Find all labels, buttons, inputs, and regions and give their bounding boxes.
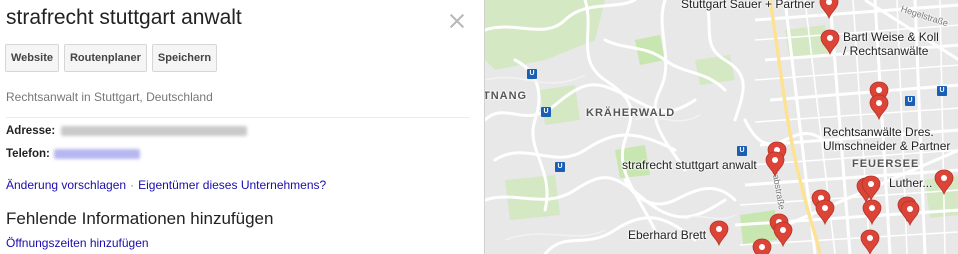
add-hours-link[interactable]: Öffnungszeiten hinzufügen bbox=[6, 236, 149, 250]
address-label: Adresse: bbox=[6, 125, 56, 137]
road bbox=[653, 0, 687, 172]
park-area bbox=[740, 210, 777, 244]
save-button[interactable]: Speichern bbox=[151, 44, 218, 72]
map-label-district-nang: TNANG bbox=[484, 90, 528, 102]
edit-links: Änderung vorschlagen · Eigentümer dieses U… bbox=[6, 178, 326, 192]
map-label-main-place[interactable]: strafrecht stuttgart anwalt bbox=[622, 158, 757, 172]
phone-value-redacted[interactable] bbox=[53, 149, 140, 159]
phone-label: Telefon: bbox=[6, 148, 50, 160]
website-button[interactable]: Website bbox=[5, 44, 59, 72]
ubahn-icon: U bbox=[937, 86, 947, 96]
map-label-district-kraeherwald: KRÄHERWALD bbox=[586, 107, 676, 119]
map-label-dres-1[interactable]: Rechtsanwälte Dres. bbox=[823, 125, 934, 139]
road bbox=[623, 178, 737, 206]
ubahn-icon: U bbox=[527, 69, 537, 79]
suggest-edit-link[interactable]: Änderung vorschlagen bbox=[6, 178, 126, 192]
separator: · bbox=[130, 178, 135, 192]
address-row: Adresse: bbox=[6, 125, 248, 137]
road bbox=[739, 189, 958, 206]
ubahn-icon: U bbox=[905, 96, 915, 106]
map[interactable]: Stuttgart Sauer + Partner Hegelstraße Ba… bbox=[484, 0, 958, 254]
map-label-district-feuersee: FEUERSEE bbox=[852, 158, 920, 170]
address-value-redacted bbox=[61, 126, 248, 136]
close-icon[interactable] bbox=[448, 12, 466, 30]
action-buttons: Website Routenplaner Speichern bbox=[5, 44, 218, 72]
map-label-eberhard[interactable]: Eberhard Brett bbox=[628, 228, 706, 242]
place-panel: strafrecht stuttgart anwalt Website Rout… bbox=[0, 0, 484, 254]
missing-info-heading: Fehlende Informationen hinzufügen bbox=[6, 209, 274, 228]
map-label-sauer[interactable]: Stuttgart Sauer + Partner bbox=[681, 0, 815, 11]
divider bbox=[6, 117, 469, 118]
map-label-bartl-1[interactable]: Bartl Weise & Koll bbox=[843, 30, 939, 44]
place-category: Rechtsanwalt in Stuttgart, Deutschland bbox=[6, 90, 213, 104]
ubahn-icon: U bbox=[555, 162, 565, 172]
road bbox=[769, 83, 958, 102]
map-label-luther[interactable]: Luther... bbox=[889, 176, 932, 190]
owner-link[interactable]: Eigentümer dieses Unternehmens? bbox=[138, 178, 326, 192]
map-label-dres-2[interactable]: Ulmschneider & Partner bbox=[823, 139, 950, 153]
place-title: strafrecht stuttgart anwalt bbox=[6, 6, 242, 29]
ubahn-icon: U bbox=[541, 107, 551, 117]
route-planner-button[interactable]: Routenplaner bbox=[63, 44, 147, 72]
phone-row: Telefon: bbox=[6, 148, 140, 160]
road bbox=[754, 64, 958, 81]
map-label-bartl-2[interactable]: / Rechtsanwälte bbox=[843, 44, 928, 58]
ubahn-icon: U bbox=[737, 146, 747, 156]
road bbox=[493, 133, 677, 162]
